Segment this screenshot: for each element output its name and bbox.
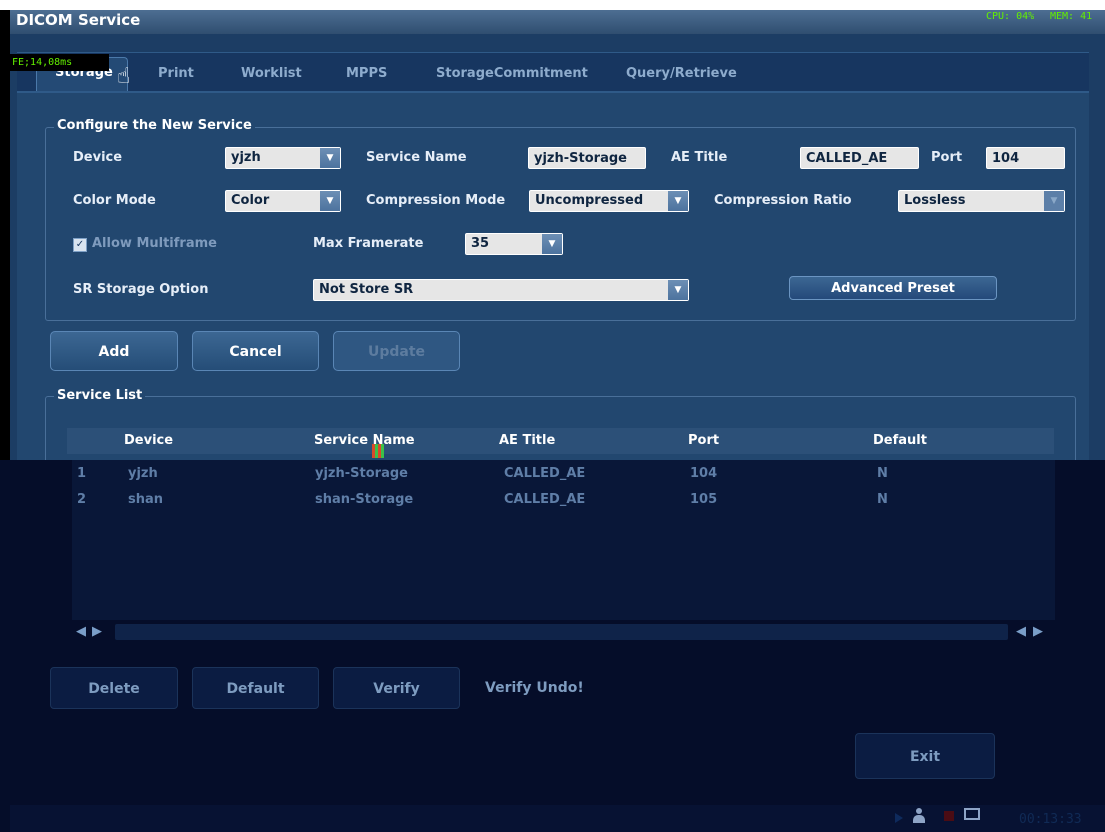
row-ae-title: CALLED_AE — [504, 466, 586, 481]
scroll-right-icon[interactable]: ▶ — [92, 624, 102, 639]
color-mode-select[interactable]: Color ▼ — [225, 190, 341, 212]
scroll-right-icon[interactable]: ▶ — [1033, 624, 1043, 639]
configure-service-title: Configure the New Service — [54, 118, 255, 133]
compression-mode-label: Compression Mode — [366, 193, 506, 208]
sr-storage-label: SR Storage Option — [73, 282, 209, 297]
chevron-down-icon[interactable]: ▼ — [1044, 191, 1064, 211]
user-icon — [913, 806, 931, 828]
compression-ratio-label: Compression Ratio — [714, 193, 852, 208]
add-button[interactable]: Add — [50, 331, 178, 371]
service-name-input[interactable]: yjzh-Storage — [528, 147, 646, 169]
default-button[interactable]: Default — [192, 667, 319, 709]
chevron-down-icon[interactable]: ▼ — [542, 234, 562, 254]
max-framerate-label: Max Framerate — [313, 236, 424, 251]
allow-multiframe-label: Allow Multiframe — [92, 236, 217, 251]
mem-readout: MEM: 41 — [1050, 11, 1093, 22]
color-mode-label: Color Mode — [73, 193, 156, 208]
column-header-default[interactable]: Default — [873, 433, 927, 448]
scroll-left-icon[interactable]: ◀ — [1016, 624, 1026, 639]
ae-title-label: AE Title — [671, 150, 728, 165]
table-row[interactable]: 2 shan shan-Storage CALLED_AE 105 N — [72, 489, 1055, 513]
row-port: 104 — [690, 466, 718, 481]
ae-title-input[interactable]: CALLED_AE — [800, 147, 919, 169]
chevron-down-icon[interactable]: ▼ — [320, 148, 340, 168]
column-header-service-name[interactable]: Service Name — [314, 433, 415, 448]
horizontal-scrollbar[interactable] — [115, 624, 1008, 640]
service-list-title: Service List — [54, 388, 146, 403]
table-row[interactable]: 1 yjzh yjzh-Storage CALLED_AE 104 N — [72, 463, 1055, 487]
tab-mpps[interactable]: MPPS — [346, 61, 387, 87]
play-icon — [895, 813, 903, 823]
window-title: DICOM Service — [16, 11, 141, 29]
compression-mode-select[interactable]: Uncompressed ▼ — [529, 190, 689, 212]
column-header-port[interactable]: Port — [688, 433, 719, 448]
hand-cursor-icon: ☝ — [117, 64, 131, 89]
device-value: yjzh — [231, 150, 261, 165]
device-label: Device — [73, 150, 123, 165]
chevron-down-icon[interactable]: ▼ — [668, 191, 688, 211]
device-select[interactable]: yjzh ▼ — [225, 147, 341, 169]
column-header-device[interactable]: Device — [124, 433, 173, 448]
delete-button[interactable]: Delete — [50, 667, 178, 709]
tab-worklist[interactable]: Worklist — [241, 61, 302, 87]
column-header-ae-title[interactable]: AE Title — [499, 433, 555, 448]
row-ae-title: CALLED_AE — [504, 492, 586, 507]
advanced-preset-button[interactable]: Advanced Preset — [789, 276, 997, 300]
compression-ratio-value: Lossless — [904, 193, 966, 208]
status-bar — [10, 805, 1105, 832]
row-index: 2 — [77, 492, 87, 507]
row-device: shan — [128, 492, 164, 507]
tab-storage-commitment[interactable]: StorageCommitment — [436, 61, 588, 87]
compression-mode-value: Uncompressed — [535, 193, 644, 208]
row-default: N — [877, 492, 888, 507]
monitor-icon — [964, 808, 980, 820]
cancel-button[interactable]: Cancel — [192, 331, 319, 371]
tab-print[interactable]: Print — [158, 61, 194, 87]
service-name-label: Service Name — [366, 150, 467, 165]
max-framerate-value: 35 — [471, 236, 490, 251]
row-port: 105 — [690, 492, 718, 507]
port-input[interactable]: 104 — [986, 147, 1065, 169]
record-indicator-icon — [944, 811, 954, 821]
frame-time-readout: FE;14,08ms — [10, 54, 109, 71]
row-index: 1 — [77, 466, 87, 481]
chevron-down-icon[interactable]: ▼ — [668, 280, 688, 300]
scroll-left-icon[interactable]: ◀ — [76, 624, 86, 639]
update-button[interactable]: Update — [333, 331, 460, 371]
port-label: Port — [931, 150, 963, 165]
cpu-readout: CPU: 04% — [986, 11, 1035, 22]
cursor-artifact-icon — [372, 444, 384, 458]
max-framerate-select[interactable]: 35 ▼ — [465, 233, 563, 255]
tab-query-retrieve[interactable]: Query/Retrieve — [626, 61, 737, 87]
row-service-name: shan-Storage — [315, 492, 414, 507]
chevron-down-icon[interactable]: ▼ — [320, 191, 340, 211]
top-border — [0, 0, 1105, 10]
sr-storage-value: Not Store SR — [319, 282, 414, 297]
row-service-name: yjzh-Storage — [315, 466, 408, 481]
title-bar — [10, 10, 1105, 34]
verify-status-text: Verify Undo! — [485, 680, 584, 696]
sr-storage-select[interactable]: Not Store SR ▼ — [313, 279, 689, 301]
color-mode-value: Color — [231, 193, 270, 208]
exit-button[interactable]: Exit — [855, 733, 995, 779]
allow-multiframe-checkbox[interactable]: ✓ — [73, 238, 87, 252]
compression-ratio-select[interactable]: Lossless ▼ — [898, 190, 1065, 212]
clock: 00:13:33 — [1019, 812, 1082, 827]
row-default: N — [877, 466, 888, 481]
verify-button[interactable]: Verify — [333, 667, 460, 709]
row-device: yjzh — [128, 466, 158, 481]
